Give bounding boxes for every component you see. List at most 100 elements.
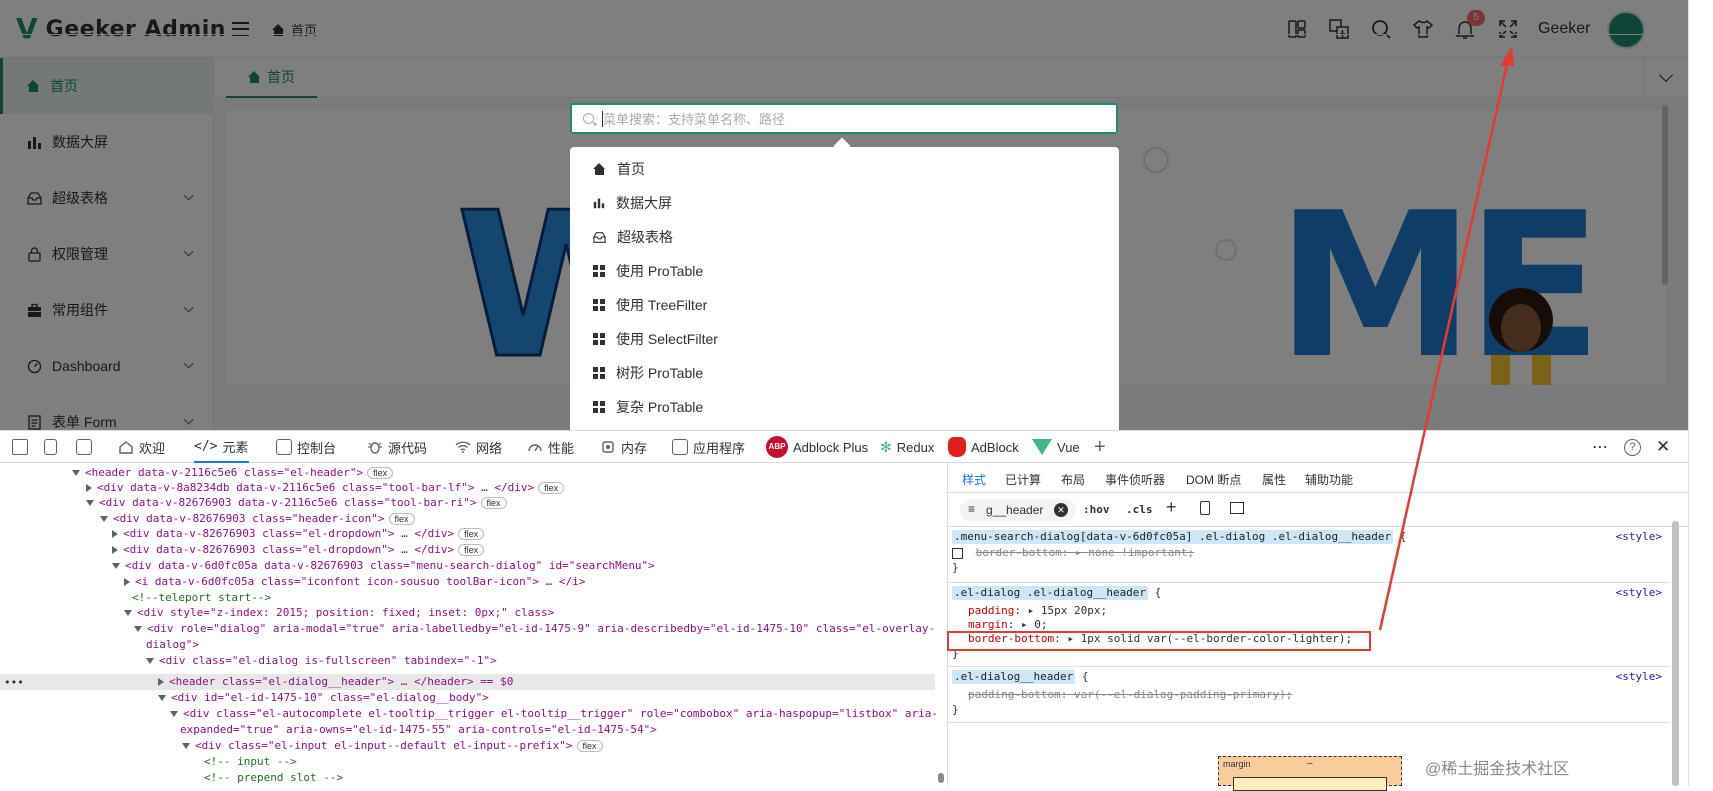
styles-tab-layout[interactable]: 布局 <box>1061 471 1085 488</box>
class-toggle[interactable]: .cls <box>1126 503 1153 516</box>
add-tab-icon[interactable]: + <box>1094 431 1106 463</box>
search-result-item[interactable]: 超级表格 <box>570 220 1119 254</box>
devtools-tab-elements[interactable]: </> 元素 <box>194 431 249 463</box>
device-toolbar-icon[interactable] <box>44 431 57 463</box>
styles-tab-styles[interactable]: 样式 <box>962 471 986 488</box>
new-rule-icon[interactable]: + <box>1166 497 1177 518</box>
css-rule[interactable]: .el-dialog .el-dialog__header { <style> … <box>948 583 1670 667</box>
styles-tab-computed[interactable]: 已计算 <box>1005 471 1041 488</box>
search-result-label: 使用 TreeFilter <box>616 297 708 313</box>
clear-filter-icon[interactable]: ✕ <box>1054 503 1068 517</box>
dom-node[interactable]: <div id="el-id-1475-10" class="el-dialog… <box>158 690 489 706</box>
styles-tabs: 样式 已计算 布局 事件侦听器 DOM 断点 属性 辅助功能 <box>948 463 1688 493</box>
property-checkbox[interactable] <box>952 547 963 559</box>
search-result-item[interactable]: 树形 ProTable <box>570 356 1119 390</box>
dom-node[interactable]: <header data-v-2116c5e6 class="el-header… <box>72 465 394 481</box>
search-result-item[interactable]: 首页 <box>570 152 1119 186</box>
search-result-label: 首页 <box>617 161 645 177</box>
devtools-tab-sources[interactable]: 源代码 <box>367 431 427 463</box>
search-result-item[interactable]: 使用 ProTable <box>570 254 1119 288</box>
devtools-tab-memory[interactable]: 内存 <box>600 431 647 463</box>
css-selector: .el-dialog .el-dialog__header <box>952 586 1149 600</box>
flex-badge[interactable]: flex <box>538 482 565 494</box>
search-result-item[interactable]: 使用 TreeFilter <box>570 288 1119 322</box>
hover-state-toggle[interactable]: :hov <box>1083 503 1110 516</box>
dom-node[interactable]: <div class="el-autocomplete el-tooltip__… <box>170 706 938 722</box>
dom-node[interactable]: <div role="dialog" aria-modal="true" ari… <box>134 621 935 637</box>
dom-scrollbar[interactable] <box>935 463 948 786</box>
devtools-tab-console[interactable]: 控制台 <box>276 431 336 463</box>
devtools-tab-vue[interactable]: Vue <box>1032 431 1080 463</box>
dom-node[interactable]: <div class="el-input el-input--default e… <box>182 738 603 754</box>
styles-tab-accessibility[interactable]: 辅助功能 <box>1305 471 1353 488</box>
code-icon: </> <box>194 438 218 454</box>
property-value: 0; <box>1034 618 1048 631</box>
dom-node[interactable]: <div data-v-8a8234db data-v-2116c5e6 cla… <box>86 480 565 496</box>
dom-node[interactable]: <div data-v-82676903 class="header-icon"… <box>100 511 415 527</box>
css-property[interactable]: padding-bottom: var(--el-dialog-padding-… <box>968 688 1293 702</box>
styles-filter-input[interactable]: ≡ g__header ✕ <box>960 499 1076 521</box>
dock-side-icon[interactable] <box>76 431 92 463</box>
css-rule[interactable]: .el-dialog__header { <style> padding-bot… <box>948 667 1670 723</box>
property-value: none !important; <box>1088 546 1195 559</box>
dom-node[interactable]: <div data-v-6d0fc05a data-v-82676903 cla… <box>112 558 655 574</box>
devtools-tab-application[interactable]: 应用程序 <box>672 431 745 463</box>
flex-badge[interactable]: flex <box>367 467 394 479</box>
node-actions-icon[interactable]: ••• <box>4 675 24 691</box>
flex-badge[interactable]: flex <box>576 740 603 752</box>
dom-node[interactable]: <div data-v-82676903 class="el-dropdown"… <box>112 542 485 558</box>
dom-node[interactable]: <div data-v-82676903 data-v-2116c5e6 cla… <box>86 495 507 511</box>
devtools-tab-welcome[interactable]: 欢迎 <box>118 431 165 463</box>
devtools-tab-network[interactable]: 网络 <box>455 431 502 463</box>
flex-badge[interactable]: flex <box>480 497 507 509</box>
dom-node-selected[interactable]: <header class="el-dialog__header"> … </h… <box>158 674 513 690</box>
css-property[interactable]: padding: ▸ 15px 20px; <box>968 604 1107 618</box>
search-result-item[interactable]: 使用 SelectFilter <box>570 322 1119 356</box>
sidebar-toggle-icon[interactable] <box>1230 502 1244 514</box>
css-property[interactable]: border-bottom: ▸ none !important; <box>952 546 1194 560</box>
dom-comment[interactable]: <!-- prepend slot --> <box>204 770 343 786</box>
flex-badge[interactable]: flex <box>388 513 415 525</box>
menu-search-input[interactable] <box>603 109 1103 129</box>
property-name: margin <box>968 618 1008 631</box>
close-icon[interactable]: ✕ <box>1656 431 1670 463</box>
grid-icon <box>593 367 605 379</box>
styles-tab-properties[interactable]: 属性 <box>1262 471 1286 488</box>
css-rule[interactable]: .menu-search-dialog[data-v-6d0fc05a] .el… <box>948 527 1670 583</box>
dom-node-html: expanded="true" aria-owns="el-id-1475-55… <box>180 723 657 736</box>
menu-search-box[interactable] <box>570 103 1118 134</box>
css-source-link[interactable]: <style> <box>1616 586 1662 599</box>
dom-node-html: <div id="el-id-1475-10" class="el-dialog… <box>171 691 489 704</box>
search-result-label: 复杂 ProTable <box>616 399 704 415</box>
search-result-item[interactable]: 复杂 ProTable <box>570 390 1119 424</box>
css-source-link[interactable]: <style> <box>1616 530 1662 543</box>
flex-badge[interactable]: flex <box>458 544 485 556</box>
devtools-tab-redux[interactable]: ✻ Redux <box>880 431 934 463</box>
styles-scrollbar[interactable] <box>1672 521 1679 786</box>
devtools-tab-adblock-plus[interactable]: ABP Adblock Plus <box>766 431 868 463</box>
property-name: border-bottom <box>975 546 1062 559</box>
dom-node-html: <div data-v-6d0fc05a data-v-82676903 cla… <box>125 559 655 572</box>
css-source-link[interactable]: <style> <box>1616 670 1662 683</box>
box-model-border <box>1233 777 1387 791</box>
dom-node-html: <div class="el-autocomplete el-tooltip__… <box>183 707 938 720</box>
dom-node[interactable]: <div data-v-82676903 class="el-dropdown"… <box>112 526 485 542</box>
dom-node[interactable]: <div style="z-index: 2015; position: fix… <box>124 605 554 621</box>
help-icon[interactable]: ? <box>1624 431 1641 463</box>
dom-comment[interactable]: <!-- input --> <box>204 754 297 770</box>
styles-tab-event-listeners[interactable]: 事件侦听器 <box>1105 471 1165 488</box>
flex-badge[interactable]: flex <box>458 528 485 540</box>
devtools-tab-adblock[interactable]: AdBlock <box>948 431 1019 463</box>
inspect-element-icon[interactable] <box>12 431 28 463</box>
dom-node[interactable]: <div class="el-dialog is-fullscreen" tab… <box>146 653 497 669</box>
devtools-tab-performance[interactable]: 性能 <box>527 431 574 463</box>
more-options-icon[interactable]: ⋯ <box>1592 431 1609 463</box>
styles-tab-dom-breakpoints[interactable]: DOM 断点 <box>1186 471 1241 488</box>
dom-node-continuation: expanded="true" aria-owns="el-id-1475-55… <box>180 722 657 738</box>
dom-comment[interactable]: <!--teleport start--> <box>132 590 271 606</box>
dom-node[interactable]: <i data-v-6d0fc05a class="iconfont icon-… <box>124 574 585 590</box>
paint-brush-icon[interactable] <box>1200 501 1210 515</box>
search-result-item[interactable]: 数据大屏 <box>570 186 1119 220</box>
css-property[interactable]: margin: ▸ 0; <box>968 618 1048 632</box>
watermark: @稀土掘金技术社区 <box>1425 761 1570 778</box>
